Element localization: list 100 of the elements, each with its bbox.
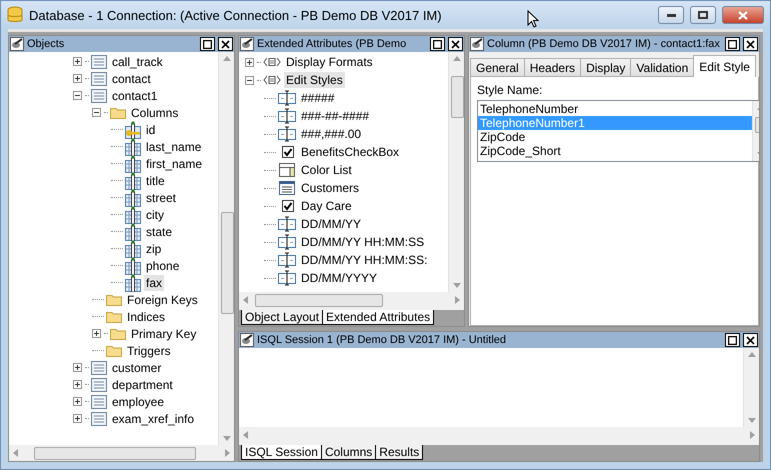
tree-item[interactable]: department xyxy=(110,376,175,392)
maximize-icon xyxy=(203,40,212,48)
collapse-toggle[interactable] xyxy=(73,91,82,100)
tree-item[interactable]: Columns xyxy=(129,104,180,120)
dropdown-list-icon xyxy=(278,162,296,178)
close-button[interactable] xyxy=(743,333,758,347)
tree-item[interactable]: contact1 xyxy=(110,88,160,104)
maximize-button[interactable] xyxy=(725,333,740,347)
tree-item[interactable]: ##### xyxy=(299,90,336,106)
tree-item[interactable]: exam_xref_info xyxy=(110,410,196,426)
tree-item[interactable]: city xyxy=(144,206,166,222)
maximize-icon xyxy=(433,40,442,48)
maximize-button[interactable] xyxy=(725,37,740,51)
vertical-scrollbar[interactable] xyxy=(743,348,759,427)
horizontal-scrollbar[interactable] xyxy=(239,427,759,443)
tree-item[interactable]: state xyxy=(144,224,174,240)
tree-item[interactable]: Color List xyxy=(299,162,354,178)
tab[interactable]: Display xyxy=(580,58,632,77)
tab[interactable]: Validation xyxy=(630,58,694,77)
scroll-down-arrow-icon[interactable] xyxy=(748,418,756,423)
tab[interactable]: Object Layout xyxy=(241,310,324,325)
scroll-up-arrow-icon[interactable] xyxy=(748,352,756,357)
tree-item[interactable]: first_name xyxy=(144,156,204,172)
expand-toggle[interactable] xyxy=(73,57,82,66)
tab[interactable]: General xyxy=(470,58,525,77)
scrollbar-thumb[interactable] xyxy=(451,76,464,118)
tree-item[interactable]: DD/MM/YY HH:MM:SS xyxy=(299,234,426,250)
style-name-list[interactable]: TelephoneNumber TelephoneNumber1 ZipCode ZipCode_Short xyxy=(477,100,759,162)
scrollbar-thumb[interactable] xyxy=(221,212,234,314)
minimize-button[interactable] xyxy=(658,6,684,24)
scroll-right-arrow-icon[interactable] xyxy=(750,431,755,439)
tree-item[interactable]: Edit Styles xyxy=(284,72,345,88)
collapse-toggle[interactable] xyxy=(245,76,254,84)
expand-toggle[interactable] xyxy=(73,414,82,423)
close-button[interactable] xyxy=(448,37,463,51)
expand-toggle[interactable] xyxy=(73,363,82,372)
tree-item[interactable]: Triggers xyxy=(125,342,173,358)
tree-item[interactable]: employee xyxy=(110,394,166,410)
scroll-right-arrow-icon[interactable] xyxy=(225,449,230,457)
tree-item[interactable]: contact xyxy=(110,70,153,86)
tree-item[interactable]: ###-##-#### xyxy=(299,108,372,124)
scroll-down-arrow-icon[interactable] xyxy=(452,283,460,288)
expand-toggle[interactable] xyxy=(245,58,254,66)
scroll-up-arrow-icon[interactable] xyxy=(222,56,230,61)
list-item[interactable]: ZipCode xyxy=(478,130,752,144)
scrollbar-thumb[interactable] xyxy=(255,294,383,307)
tree-item[interactable]: customer xyxy=(110,360,164,376)
tree-item[interactable]: phone xyxy=(144,258,182,274)
scrollbar-thumb[interactable] xyxy=(34,447,196,460)
tree-item[interactable]: DD/MM/YYYY xyxy=(299,270,380,286)
list-item[interactable]: ZipCode_Short xyxy=(478,144,752,158)
expand-toggle[interactable] xyxy=(73,74,82,83)
tree-item[interactable]: call_track xyxy=(110,54,165,70)
tree-item[interactable]: DD/MM/YY HH:MM:SS: xyxy=(299,252,430,268)
tree-item[interactable]: Primary Key xyxy=(129,326,198,342)
tree-item[interactable]: DD/MM/YY xyxy=(299,216,363,232)
tab[interactable]: Columns xyxy=(320,445,376,460)
tree-item[interactable]: ###,###.00 xyxy=(299,126,364,142)
tree-item[interactable]: id xyxy=(144,122,158,138)
maximize-button[interactable] xyxy=(690,6,716,24)
scroll-down-arrow-icon[interactable] xyxy=(222,436,230,441)
tree-item[interactable]: zip xyxy=(144,240,164,256)
tree-item[interactable]: Foreign Keys xyxy=(125,292,200,308)
column-icon xyxy=(125,240,141,258)
maximize-button[interactable] xyxy=(200,37,215,51)
horizontal-scrollbar[interactable] xyxy=(239,292,464,308)
expand-toggle[interactable] xyxy=(92,329,101,338)
tab[interactable]: ISQL Session xyxy=(241,445,322,460)
horizontal-scrollbar[interactable] xyxy=(9,445,234,461)
close-button[interactable] xyxy=(218,37,233,51)
scroll-left-arrow-icon[interactable] xyxy=(13,449,18,457)
list-item[interactable]: TelephoneNumber xyxy=(478,102,752,116)
tree-item[interactable]: Customers xyxy=(299,180,362,196)
vertical-scrollbar[interactable] xyxy=(218,52,234,445)
plus-icon xyxy=(74,415,81,422)
tree-item[interactable]: last_name xyxy=(144,138,204,154)
tree-item[interactable]: fax xyxy=(144,274,164,290)
folder-icon xyxy=(106,310,122,323)
tab[interactable]: Extended Attributes xyxy=(322,310,434,325)
expand-toggle[interactable] xyxy=(73,380,82,389)
tree-item[interactable]: Indices xyxy=(125,308,168,324)
collapse-toggle[interactable] xyxy=(92,108,101,117)
tree-item[interactable]: BenefitsCheckBox xyxy=(299,144,402,160)
scroll-left-arrow-icon[interactable] xyxy=(243,431,248,439)
plus-icon xyxy=(74,381,81,388)
close-icon xyxy=(451,40,460,48)
tab[interactable]: Results xyxy=(375,445,424,460)
tab[interactable]: Edit Style xyxy=(693,55,756,77)
scroll-right-arrow-icon[interactable] xyxy=(455,296,460,304)
tree-item[interactable]: street xyxy=(144,190,178,206)
scroll-left-arrow-icon[interactable] xyxy=(243,296,248,304)
tab[interactable]: Headers xyxy=(524,58,582,77)
tree-item[interactable]: Display Formats xyxy=(284,54,375,70)
close-button[interactable] xyxy=(743,37,758,51)
tree-item[interactable]: Day Care xyxy=(299,198,354,214)
expand-toggle[interactable] xyxy=(73,397,82,406)
tree-item[interactable]: title xyxy=(144,172,167,188)
vertical-scrollbar[interactable] xyxy=(448,52,464,292)
scroll-up-arrow-icon[interactable] xyxy=(452,56,460,61)
maximize-button[interactable] xyxy=(430,37,445,51)
